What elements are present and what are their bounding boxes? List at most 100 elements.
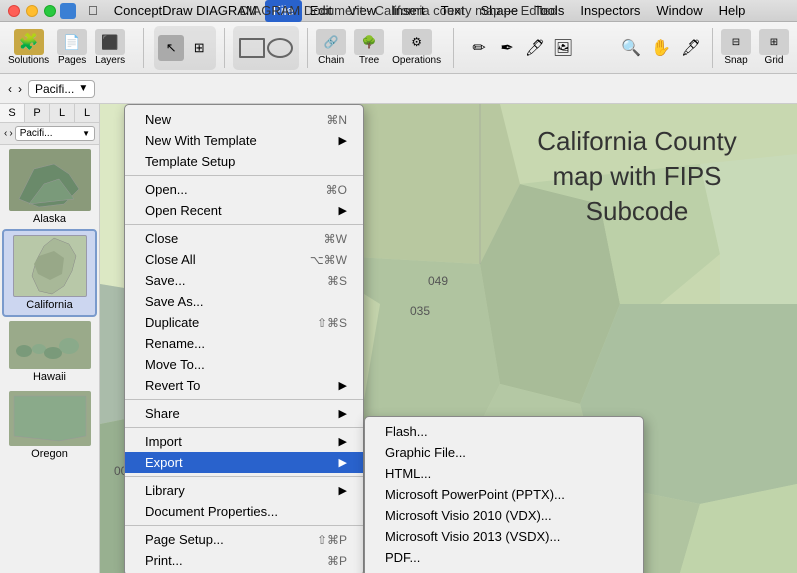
california-thumbnail [13,235,87,297]
solutions-btn[interactable]: 🧩 Solutions [8,29,49,66]
menu-new-template[interactable]: New With Template ▶ [125,130,363,151]
menu-apple[interactable]:  [80,0,106,22]
sidebar-list: Alaska California [0,145,99,573]
app-icon [60,3,76,19]
loc-back[interactable]: ‹ [4,128,7,139]
rect-tool[interactable] [239,38,265,58]
nav-forward[interactable]: › [18,82,22,96]
operations-btn[interactable]: ⚙ Operations [392,29,441,66]
grid-tool[interactable]: ⊞ [186,35,212,61]
hawaii-label: Hawaii [33,371,66,383]
sep-2 [125,224,363,225]
snap-grid-group: 🔍 ✋ 🖋 ⊟ Snap ⊞ Grid [618,28,789,68]
sidebar-item-hawaii[interactable]: Hawaii [0,317,99,387]
menu-move-to[interactable]: Move To... [125,354,363,375]
tab-layers[interactable]: L [50,104,75,122]
sep-4 [125,427,363,428]
sidebar-item-california[interactable]: California [2,229,97,317]
menu-import[interactable]: Import ▶ [125,431,363,452]
toolbar-divider-1 [143,28,144,68]
menu-open[interactable]: Open... ⌘O [125,179,363,200]
subtoolbar: ‹ › Pacifi... ▼ [0,74,797,104]
sidebar-tabs: S P L L [0,104,99,123]
layers-btn[interactable]: ⬛ Layers [95,29,125,66]
pen-tool-3[interactable]: 🖊 [522,35,548,61]
tab-library[interactable]: L [75,104,99,122]
location-label: Pacifi... [35,82,74,96]
toolbar: 🧩 Solutions 📄 Pages ⬛ Layers ↖ ⊞ 🔗 Chain… [0,22,797,74]
loc-arrow: ▼ [82,129,90,138]
maximize-button[interactable] [44,5,56,17]
close-button[interactable] [8,5,20,17]
main-canvas: 015 049 023 035 041 097 055 095 067 009 … [100,104,797,573]
menu-revert-to[interactable]: Revert To ▶ [125,375,363,396]
pan-tool[interactable]: ✋ [648,35,674,61]
tab-pages[interactable]: P [25,104,50,122]
loc-forward[interactable]: › [9,128,12,139]
alaska-label: Alaska [33,213,66,225]
image-tool[interactable]: 🖼 [550,35,576,61]
location-dropdown[interactable]: Pacifi... ▼ [28,80,95,98]
minimize-button[interactable] [26,5,38,17]
hawaii-thumbnail [9,321,91,369]
menu-rename[interactable]: Rename... [125,333,363,354]
pencil-tool[interactable]: 🖋 [678,35,704,61]
menu-new[interactable]: New ⌘N [125,109,363,130]
menu-window[interactable]: Window [648,0,710,22]
sidebar-item-oregon[interactable]: Oregon [0,387,99,464]
menu-export[interactable]: Export ▶ [125,452,363,473]
menu-help[interactable]: Help [711,0,754,22]
toolbar-divider-3 [307,28,308,68]
export-pptx[interactable]: Microsoft PowerPoint (PPTX)... [365,484,643,505]
sidebar-item-alaska[interactable]: Alaska [0,145,99,229]
grid-view-btn[interactable]: ⊞ Grid [759,29,789,66]
menu-document-properties[interactable]: Document Properties... [125,501,363,522]
pages-btn[interactable]: 📄 Pages [57,29,87,66]
file-menu: New ⌘N New With Template ▶ Template Setu… [124,104,364,573]
menu-share[interactable]: Share ▶ [125,403,363,424]
menu-library[interactable]: Library ▶ [125,480,363,501]
toolbar-divider-4 [453,28,454,68]
california-label: California [26,299,72,311]
sep-6 [125,525,363,526]
location-select[interactable]: Pacifi... ▼ [15,126,95,141]
dropdown-arrow: ▼ [78,83,88,94]
oregon-thumbnail [9,391,91,446]
sidebar: S P L L ‹ › Pacifi... ▼ Ala [0,104,100,573]
export-pdf[interactable]: PDF... [365,547,643,568]
menu-close-all[interactable]: Close All ⌥⌘W [125,249,363,270]
menu-duplicate[interactable]: Duplicate ⇧⌘S [125,312,363,333]
document-title: DIAGRAM Document - California county map… [240,3,558,18]
location-row: ‹ › Pacifi... ▼ [0,123,99,145]
menu-page-setup[interactable]: Page Setup... ⇧⌘P [125,529,363,550]
tree-btn[interactable]: 🌳 Tree [354,29,384,66]
menu-open-recent[interactable]: Open Recent ▶ [125,200,363,221]
location-text: Pacifi... [20,128,53,139]
sep-1 [125,175,363,176]
select-tools-group: ↖ ⊞ [154,26,216,70]
menu-print[interactable]: Print... ⌘P [125,550,363,571]
snap-btn[interactable]: ⊟ Snap [721,29,751,66]
export-graphic[interactable]: Graphic File... [365,442,643,463]
titlebar:  ConceptDraw DIAGRAM File Edit View Ins… [0,0,797,22]
num-049: 049 [428,274,448,288]
export-svg[interactable]: SVG... [365,568,643,573]
export-vsdx[interactable]: Microsoft Visio 2013 (VSDX)... [365,526,643,547]
chain-btn[interactable]: 🔗 Chain [316,29,346,66]
tab-solutions[interactable]: S [0,104,25,122]
nav-back[interactable]: ‹ [8,82,12,96]
pen-tool-2[interactable]: ✒ [494,35,520,61]
pointer-tool[interactable]: ↖ [158,35,184,61]
alaska-thumbnail [9,149,91,211]
menu-save-as[interactable]: Save As... [125,291,363,312]
menu-close[interactable]: Close ⌘W [125,228,363,249]
menu-inspectors[interactable]: Inspectors [572,0,648,22]
search-tool[interactable]: 🔍 [618,35,644,61]
menu-save[interactable]: Save... ⌘S [125,270,363,291]
export-flash[interactable]: Flash... [365,421,643,442]
export-vdx[interactable]: Microsoft Visio 2010 (VDX)... [365,505,643,526]
menu-template-setup[interactable]: Template Setup [125,151,363,172]
pen-tool-curved[interactable]: ✏ [466,35,492,61]
export-html[interactable]: HTML... [365,463,643,484]
oval-tool[interactable] [267,38,293,58]
